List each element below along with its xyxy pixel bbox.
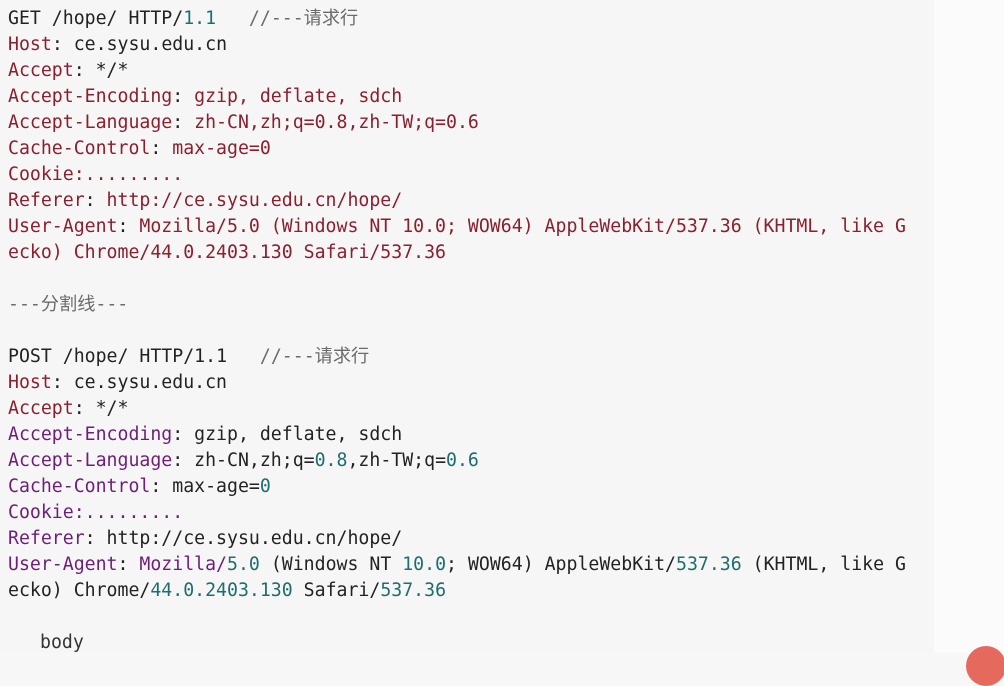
header-accept: Accept: */* bbox=[8, 60, 129, 81]
request-version: 1.1 bbox=[183, 8, 217, 29]
header-value: (Windows NT bbox=[259, 554, 403, 575]
request-comment: //---请求行 bbox=[259, 346, 370, 367]
code-block: GET /hope/ HTTP/1.1 //---请求行 Host: ce.sy… bbox=[0, 0, 934, 653]
header-value: */* bbox=[84, 60, 129, 81]
header-key: Cookie bbox=[8, 164, 74, 185]
header-value: (KHTML, like G bbox=[741, 554, 906, 575]
header-user-agent: User-Agent: Mozilla/5.0 (Windows NT 10.0… bbox=[8, 216, 906, 237]
header-cookie: Cookie:......... bbox=[8, 500, 934, 526]
header-number: 10.0 bbox=[402, 554, 447, 575]
header-number: 0.6 bbox=[446, 450, 479, 471]
header-cache-control: Cache-Control: max-age=0 bbox=[8, 138, 271, 159]
right-gutter bbox=[934, 0, 1004, 653]
header-key: User-Agent bbox=[8, 216, 118, 237]
header-key: Referer bbox=[8, 190, 85, 211]
header-value: http://ce.sysu.edu.cn/hope/ bbox=[95, 190, 403, 211]
request-version: 1.1 bbox=[194, 346, 228, 367]
header-user-agent-cont: ecko) Chrome/44.0.2403.130 Safari/537.36 bbox=[8, 578, 934, 604]
request-line-post: POST /hope/ HTTP/1.1 //---请求行 bbox=[8, 344, 934, 370]
header-key: Accept-Encoding bbox=[8, 424, 173, 445]
header-key: Referer bbox=[8, 528, 85, 549]
header-host: Host: ce.sysu.edu.cn bbox=[8, 370, 934, 396]
header-key: User-Agent bbox=[8, 554, 118, 575]
header-value: : bbox=[117, 554, 140, 575]
header-cache-control: Cache-Control: max-age=0 bbox=[8, 474, 934, 500]
header-value: Mozilla/ bbox=[139, 554, 228, 575]
header-key: Cache-Control bbox=[8, 138, 151, 159]
header-value: : ce.sysu.edu.cn bbox=[51, 372, 228, 393]
header-value: : gzip, deflate, sdch bbox=[172, 424, 403, 445]
header-user-agent-cont: ecko) Chrome/44.0.2403.130 Safari/537.36 bbox=[8, 240, 934, 266]
request-line-text: GET /hope/ HTTP/ bbox=[8, 8, 184, 29]
header-referer: Referer: http://ce.sysu.edu.cn/hope/ bbox=[8, 190, 403, 211]
separator-line: ---分割线--- bbox=[8, 292, 934, 318]
header-number: 0.8 bbox=[314, 450, 348, 471]
header-key: Accept bbox=[8, 60, 74, 81]
header-key: Cookie bbox=[8, 502, 74, 523]
header-accept-language: Accept-Language: zh-CN,zh;q=0.8,zh-TW;q=… bbox=[8, 112, 479, 133]
header-value: :......... bbox=[73, 502, 184, 523]
header-value: : http://ce.sysu.edu.cn/hope/ bbox=[84, 528, 403, 549]
header-value: Safari/ bbox=[292, 580, 381, 601]
header-value: zh-CN,zh;q=0.8,zh-TW;q=0.6 bbox=[183, 112, 479, 133]
header-accept-language: Accept-Language: zh-CN,zh;q=0.8,zh-TW;q=… bbox=[8, 448, 934, 474]
header-value: : */* bbox=[73, 398, 129, 419]
request-method: POST bbox=[8, 346, 52, 367]
header-number: 537.36 bbox=[380, 580, 447, 601]
header-value: ,zh-TW;q= bbox=[347, 450, 447, 471]
header-accept-encoding: Accept-Encoding: gzip, deflate, sdch bbox=[8, 422, 934, 448]
header-key: Accept-Encoding bbox=[8, 86, 173, 107]
header-cookie: Cookie:......... bbox=[8, 162, 934, 188]
body-label: body bbox=[8, 630, 934, 656]
header-key: Accept bbox=[8, 398, 74, 419]
header-referer: Referer: http://ce.sysu.edu.cn/hope/ bbox=[8, 526, 934, 552]
request-comment: //---请求行 bbox=[248, 8, 359, 29]
header-accept-encoding: Accept-Encoding: gzip, deflate, sdch bbox=[8, 86, 403, 107]
header-value: ; WOW64) AppleWebKit/ bbox=[446, 554, 676, 575]
header-value: ecko) Chrome/44.0.2403.130 Safari/537.36 bbox=[8, 242, 446, 263]
header-value: :......... bbox=[73, 164, 184, 185]
body-text: body bbox=[40, 632, 84, 653]
header-key: Accept-Language bbox=[8, 112, 173, 133]
header-key: Cache-Control bbox=[8, 476, 151, 497]
header-value: ecko) Chrome/ bbox=[8, 580, 151, 601]
header-value: : zh-CN,zh;q= bbox=[172, 450, 315, 471]
corner-badge-icon[interactable] bbox=[966, 646, 1004, 686]
header-value: gzip, deflate, sdch bbox=[183, 86, 403, 107]
separator-text: ---分割线--- bbox=[8, 294, 129, 315]
header-host: Host: ce.sysu.edu.cn bbox=[8, 34, 228, 55]
header-value: Mozilla/5.0 (Windows NT 10.0; WOW64) App… bbox=[128, 216, 906, 237]
header-number: 0 bbox=[259, 476, 271, 497]
header-key: Host bbox=[8, 372, 52, 393]
header-key: Host bbox=[8, 34, 52, 55]
header-number: 537.36 bbox=[676, 554, 742, 575]
header-value: : max-age= bbox=[150, 476, 260, 497]
header-accept: Accept: */* bbox=[8, 396, 934, 422]
header-user-agent: User-Agent: Mozilla/5.0 (Windows NT 10.0… bbox=[8, 552, 934, 578]
header-number: 44.0.2403.130 bbox=[150, 580, 293, 601]
request-path: /hope/ HTTP/ bbox=[51, 346, 195, 367]
request-line-get: GET /hope/ HTTP/1.1 //---请求行 bbox=[8, 6, 934, 32]
header-value: ce.sysu.edu.cn bbox=[62, 34, 228, 55]
header-value: max-age=0 bbox=[161, 138, 271, 159]
header-key: Accept-Language bbox=[8, 450, 173, 471]
header-number: 5.0 bbox=[227, 554, 260, 575]
